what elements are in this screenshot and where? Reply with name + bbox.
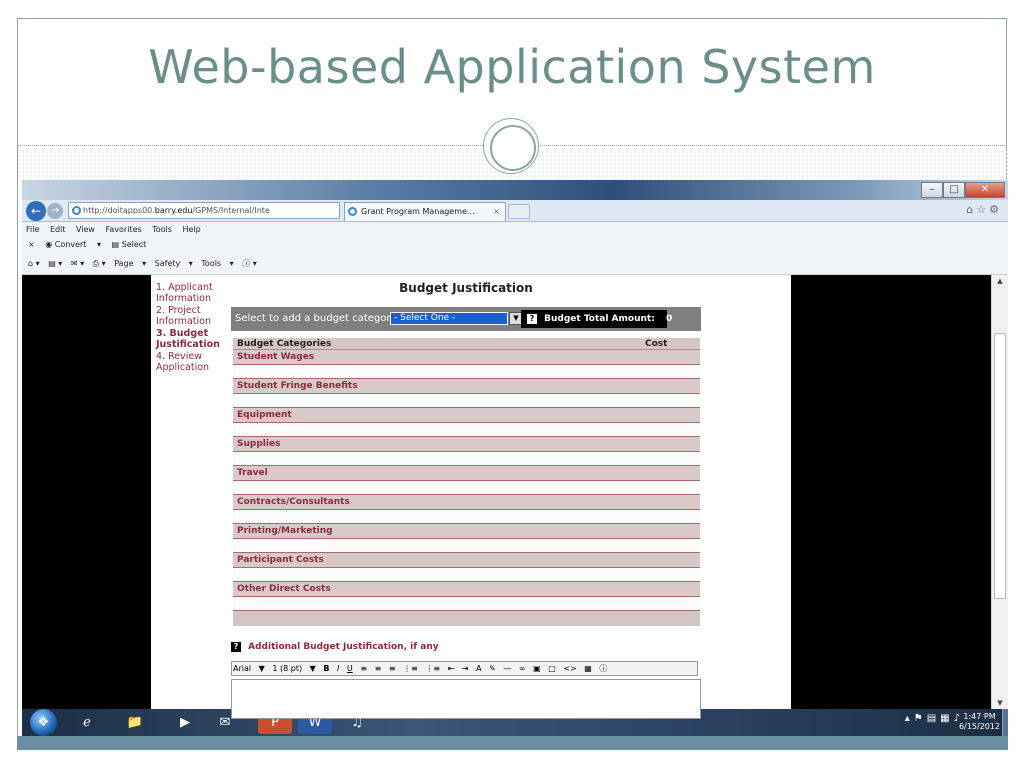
file-explorer-icon[interactable]: 📁 xyxy=(118,711,152,734)
bold-icon[interactable]: B xyxy=(323,662,329,675)
menu-favorites[interactable]: Favorites xyxy=(106,225,142,234)
ie-icon xyxy=(72,206,81,215)
underline-icon[interactable]: U xyxy=(347,662,353,675)
justification-textarea[interactable] xyxy=(231,679,701,719)
unordered-list-icon[interactable]: ⋮≡ xyxy=(425,662,440,675)
page-margin-left xyxy=(22,275,151,709)
forward-icon[interactable]: → xyxy=(47,203,63,219)
ie-icon xyxy=(348,207,357,216)
slide-bottom-strip xyxy=(17,736,1008,750)
ordered-list-icon[interactable]: ⋮≡ xyxy=(403,662,418,675)
page-menu[interactable]: Page ▾ xyxy=(114,259,146,268)
safety-menu-label: Safety xyxy=(154,259,181,268)
menu-edit[interactable]: Edit xyxy=(50,225,66,234)
tray-arrow-icon[interactable]: ▴ xyxy=(905,713,914,724)
source-icon[interactable]: <> xyxy=(563,662,576,675)
system-tray: ▴⚑▤▦♪ xyxy=(905,713,964,724)
image-icon[interactable]: ▣ xyxy=(533,662,541,675)
print-icon[interactable]: ⎙ ▾ xyxy=(93,259,106,268)
device-icon[interactable]: ▤ xyxy=(927,713,940,724)
page-margin-right xyxy=(791,275,991,709)
font-select-value: Arial xyxy=(233,664,252,673)
menu-tools[interactable]: Tools xyxy=(152,225,172,234)
size-select-value: 1 (8 pt) xyxy=(272,664,303,673)
menu-bar: File Edit View Favorites Tools Help xyxy=(22,222,1008,237)
window-controls: – □ ✕ xyxy=(921,182,1005,198)
menu-view[interactable]: View xyxy=(76,225,95,234)
maximize-button[interactable]: □ xyxy=(943,182,965,198)
command-bar: ⌂ ▾ ▤ ▾ ✉ ▾ ⎙ ▾ Page ▾ Safety ▾ Tools ▾ … xyxy=(22,253,1008,275)
align-center-icon[interactable]: ≡ xyxy=(375,662,382,675)
format-icon[interactable]: ▦ xyxy=(584,662,592,675)
menu-file[interactable]: File xyxy=(26,225,39,234)
additional-justification-text: Additional Budget Justification, if any xyxy=(248,642,439,652)
clock-time: 1:47 PM xyxy=(963,712,996,721)
editor-toolbar: Arial ▼ 1 (8 pt) ▼ B I U ≡ ≡ ≡ ⋮≡ ⋮≡ ⇤ ⇥… xyxy=(231,661,698,676)
toolbar-right-icons: ⌂☆⚙ xyxy=(966,203,1002,216)
new-tab-button[interactable] xyxy=(508,204,530,219)
home-icon[interactable]: ⌂ ▾ xyxy=(28,259,40,268)
horizontal-rule-icon[interactable]: — xyxy=(503,662,511,675)
address-bar[interactable]: http://doitapps00.barry.edu/GPMS/Interna… xyxy=(68,202,340,219)
info-icon[interactable]: ⓘ xyxy=(599,662,607,675)
font-select[interactable]: Arial ▼ xyxy=(233,662,265,675)
vertical-scrollbar[interactable]: ▲ ▼ xyxy=(991,275,1008,709)
taskbar-clock[interactable]: 1:47 PM 6/15/2012 xyxy=(959,712,1000,732)
mail-icon[interactable]: ✉ ▾ xyxy=(71,259,84,268)
address-row: ← → http://doitapps00.barry.edu/GPMS/Int… xyxy=(22,200,1008,222)
menu-help[interactable]: Help xyxy=(182,225,200,234)
editor-region: ? Additional Budget Justification, if an… xyxy=(151,275,791,734)
link-icon[interactable]: ∞ xyxy=(519,662,526,675)
tools-menu-label: Tools xyxy=(201,259,222,268)
slide-title: Web-based Application System xyxy=(148,40,876,94)
convert-button[interactable]: ◉ Convert ▾ xyxy=(45,240,101,249)
back-icon[interactable]: ← xyxy=(26,201,46,221)
page-menu-label: Page xyxy=(114,259,134,268)
title-circle-ornament xyxy=(483,118,539,174)
size-select[interactable]: 1 (8 pt) ▼ xyxy=(272,662,315,675)
show-desktop-button[interactable] xyxy=(1002,709,1008,736)
tab-title: Grant Program Manageme... xyxy=(361,207,475,216)
scroll-down-icon[interactable]: ▼ xyxy=(992,699,1008,707)
align-left-icon[interactable]: ≡ xyxy=(360,662,367,675)
scroll-thumb[interactable] xyxy=(994,333,1006,599)
indent-icon[interactable]: ⇥ xyxy=(462,662,469,675)
tools-menu[interactable]: Tools ▾ xyxy=(201,259,233,268)
star-icon[interactable]: ☆ xyxy=(976,203,989,216)
window-titlebar: – □ ✕ xyxy=(22,180,1008,200)
text-color-icon[interactable]: A xyxy=(476,662,481,675)
convert-label: Convert xyxy=(54,240,87,249)
network-icon[interactable]: ▦ xyxy=(940,713,953,724)
help-icon[interactable]: ⓘ ▾ xyxy=(242,259,257,268)
close-button[interactable]: ✕ xyxy=(965,182,1005,198)
browser-tab[interactable]: Grant Program Manageme... × xyxy=(344,202,506,221)
table-icon[interactable]: □ xyxy=(548,662,556,675)
minimize-button[interactable]: – xyxy=(921,182,943,198)
help-icon[interactable]: ? xyxy=(231,642,241,652)
stop-icon[interactable]: × xyxy=(28,240,35,249)
outdent-icon[interactable]: ⇤ xyxy=(448,662,455,675)
scroll-up-icon[interactable]: ▲ xyxy=(992,277,1008,285)
align-right-icon[interactable]: ≡ xyxy=(389,662,396,675)
italic-icon[interactable]: I xyxy=(337,662,339,675)
gear-icon[interactable]: ⚙ xyxy=(989,203,1002,216)
internet-explorer-icon[interactable]: ℯ xyxy=(70,711,104,734)
slide: Web-based Application System – □ ✕ ← → h… xyxy=(0,0,1024,768)
select-button[interactable]: ▤ Select xyxy=(112,240,155,249)
tab-close-icon[interactable]: × xyxy=(493,203,500,221)
safety-menu[interactable]: Safety ▾ xyxy=(155,259,193,268)
favorites-bar: × ◉ Convert ▾ ▤ Select xyxy=(22,237,1008,253)
flag-icon[interactable]: ⚑ xyxy=(914,713,927,724)
highlight-icon[interactable]: ✎ xyxy=(489,662,496,675)
home-icon[interactable]: ⌂ xyxy=(966,203,976,216)
feeds-icon[interactable]: ▤ ▾ xyxy=(48,259,62,268)
select-label: Select xyxy=(121,240,147,249)
start-icon[interactable]: ❖ xyxy=(30,709,57,736)
clock-date: 6/15/2012 xyxy=(958,722,1000,731)
additional-justification-label: ? Additional Budget Justification, if an… xyxy=(231,642,439,652)
address-text: http://doitapps00.barry.edu/GPMS/Interna… xyxy=(83,206,270,215)
